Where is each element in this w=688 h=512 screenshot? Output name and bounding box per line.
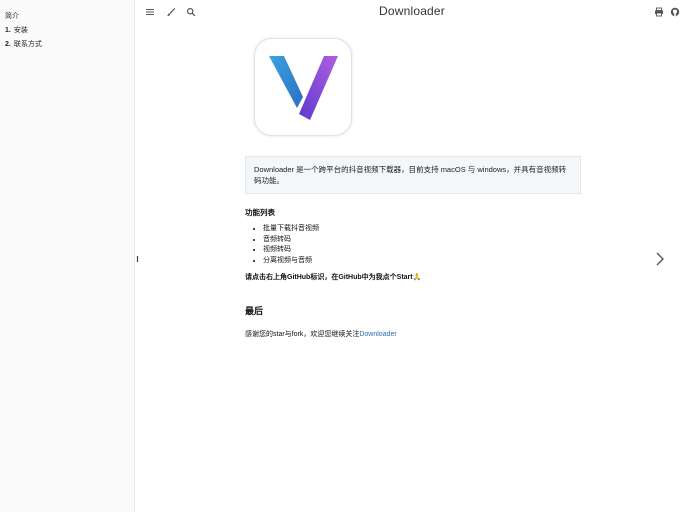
toolbar: Downloader — [136, 0, 688, 24]
main-content: Downloader 是一个跨平台的抖音视频下载器，目前支持 macOS 与 w… — [245, 38, 581, 339]
book-title: Downloader — [378, 4, 446, 18]
list-item: 分离视频与音频 — [263, 256, 581, 267]
last-heading: 最后 — [245, 306, 264, 316]
sidebar-item-label: 联系方式 — [13, 41, 42, 48]
chevron-right-icon — [656, 252, 664, 266]
sidebar: 简介 1. 安装 2. 联系方式 — [0, 0, 135, 512]
sidebar-item-number: 1. — [5, 27, 11, 34]
sidebar-item-label: 简介 — [5, 13, 19, 20]
features-heading: 功能列表 — [245, 208, 275, 217]
intro-callout: Downloader 是一个跨平台的抖音视频下载器，目前支持 macOS 与 w… — [245, 156, 581, 194]
thanks-text: 感谢您的star与fork，欢迎您继续关注Downloader — [245, 329, 581, 339]
features-list: 批量下载抖音视频 音频转码 视频转码 分离视频与音频 — [245, 224, 581, 266]
list-item: 视频转码 — [263, 245, 581, 256]
downloader-link[interactable]: Downloader — [359, 331, 396, 338]
print-button[interactable] — [651, 4, 667, 20]
star-request: 请点击右上角GitHub标识，在GitHub中为我点个Start🙏 — [245, 274, 422, 281]
github-button[interactable] — [667, 4, 683, 20]
sidebar-item-install[interactable]: 1. 安装 — [0, 24, 134, 38]
sidebar-item-number: 2. — [5, 41, 11, 48]
print-icon — [655, 7, 663, 17]
next-page-button[interactable] — [652, 250, 666, 268]
github-icon — [670, 7, 680, 17]
sidebar-item-contact[interactable]: 2. 联系方式 — [0, 38, 134, 52]
list-item: 音频转码 — [263, 235, 581, 246]
sidebar-item-label: 安装 — [13, 27, 28, 34]
app-logo — [254, 38, 352, 136]
list-item: 批量下载抖音视频 — [263, 224, 581, 235]
thanks-prefix: 感谢您的star与fork，欢迎您继续关注 — [245, 331, 360, 338]
prev-page-button[interactable] — [136, 252, 142, 266]
chevron-left-icon — [136, 256, 139, 262]
sidebar-item-intro[interactable]: 简介 — [0, 10, 134, 24]
